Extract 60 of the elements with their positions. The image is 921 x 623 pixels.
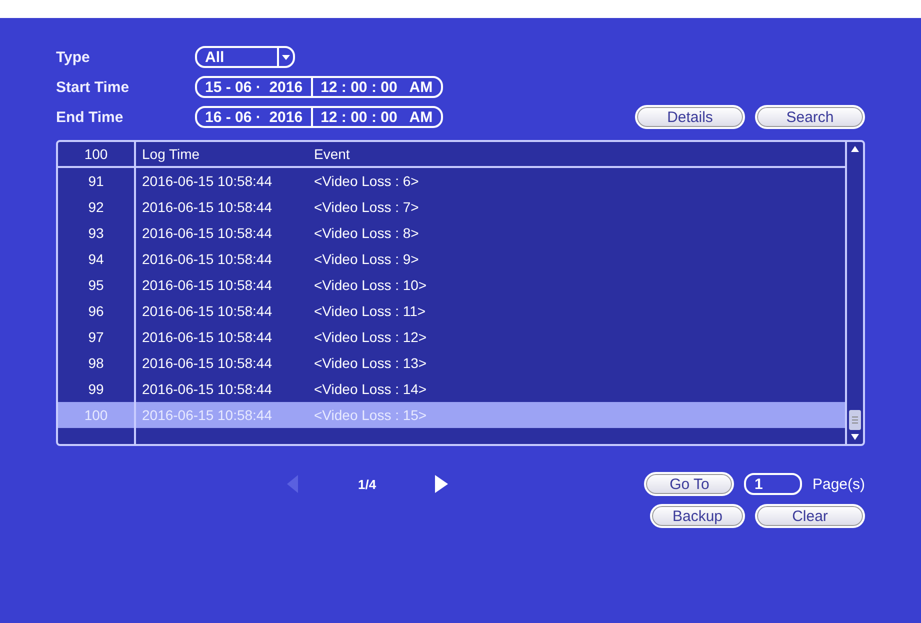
table-cell: 92 xyxy=(58,194,136,220)
table-cell-text: <Video Loss : 6> xyxy=(313,173,420,189)
table-cell-text: <Video Loss : 7> xyxy=(313,199,420,215)
column-header: Log Time xyxy=(141,146,201,162)
table-row[interactable]: 97 2016-06-15 10:58:44 <Video Loss : 12> xyxy=(58,324,845,350)
table-cell-text: 2016-06-15 10:58:44 xyxy=(141,381,273,397)
table-cell-text: <Video Loss : 15> xyxy=(313,407,428,423)
table-row[interactable]: 95 2016-06-15 10:58:44 <Video Loss : 10> xyxy=(58,272,845,298)
page-number-field[interactable]: 1 xyxy=(744,473,802,495)
table-row[interactable]: 94 2016-06-15 10:58:44 <Video Loss : 9> xyxy=(58,246,845,272)
details-button[interactable]: Details xyxy=(635,105,745,129)
field-label: End Time xyxy=(56,108,124,126)
backup-button[interactable]: Backup xyxy=(650,504,745,528)
table-cell-text: <Video Loss : 9> xyxy=(313,251,420,267)
table-row[interactable]: 93 2016-06-15 10:58:44 <Video Loss : 8> xyxy=(58,220,845,246)
search-button[interactable]: Search xyxy=(755,105,865,129)
table-cell-text: <Video Loss : 10> xyxy=(313,277,428,293)
type-dropdown[interactable]: All xyxy=(195,46,295,68)
next-page-icon[interactable] xyxy=(432,473,450,495)
table-row[interactable]: 91 2016-06-15 10:58:44 <Video Loss : 6> xyxy=(58,168,845,194)
table-cell-text: 2016-06-15 10:58:44 xyxy=(141,329,273,345)
table-cell-text: <Video Loss : 13> xyxy=(313,355,428,371)
go-to-button[interactable]: Go To xyxy=(644,472,734,496)
table-cell: 93 xyxy=(58,220,136,246)
scroll-down-icon[interactable] xyxy=(851,434,859,440)
field-label: Type xyxy=(56,48,91,66)
table-cell: 100 xyxy=(58,402,136,428)
datetime-field[interactable]: 16 - 06 · 2016 12 : 00 : 00 AM xyxy=(195,106,443,128)
table-cell: 96 xyxy=(58,298,136,324)
table-cell-text: 2016-06-15 10:58:44 xyxy=(141,199,273,215)
table-cell-text: 2016-06-15 10:58:44 xyxy=(141,303,273,319)
table-cell-text: <Video Loss : 8> xyxy=(313,225,420,241)
table-cell: 94 xyxy=(58,246,136,272)
datetime-field[interactable]: 15 - 06 · 2016 12 : 00 : 00 AM xyxy=(195,76,443,98)
table-cell-text: 2016-06-15 10:58:44 xyxy=(141,173,273,189)
table-cell-text: <Video Loss : 12> xyxy=(313,329,428,345)
scroll-thumb[interactable] xyxy=(849,410,861,430)
column-header: Event xyxy=(313,146,351,162)
table-cell: 95 xyxy=(58,272,136,298)
table-cell-text: 2016-06-15 10:58:44 xyxy=(141,407,273,423)
table-cell: 91 xyxy=(58,168,136,194)
page-unit-label: Page(s) xyxy=(812,476,865,492)
field-label: Start Time xyxy=(56,78,130,96)
table-cell-text: 2016-06-15 10:58:44 xyxy=(141,225,273,241)
table-row[interactable]: 96 2016-06-15 10:58:44 <Video Loss : 11> xyxy=(58,298,845,324)
table-cell-text: 2016-06-15 10:58:44 xyxy=(141,355,273,371)
table-row[interactable]: 92 2016-06-15 10:58:44 <Video Loss : 7> xyxy=(58,194,845,220)
table-cell: 97 xyxy=(58,324,136,350)
table-cell: 98 xyxy=(58,350,136,376)
column-header: 100 xyxy=(58,142,136,166)
table-cell-text: 2016-06-15 10:58:44 xyxy=(141,251,273,267)
scroll-up-icon[interactable] xyxy=(851,146,859,152)
scrollbar[interactable] xyxy=(845,142,863,444)
table-cell-text: <Video Loss : 14> xyxy=(313,381,428,397)
table-cell-text: <Video Loss : 11> xyxy=(313,303,427,319)
table-row[interactable]: 98 2016-06-15 10:58:44 <Video Loss : 13> xyxy=(58,350,845,376)
table-cell-text: 2016-06-15 10:58:44 xyxy=(141,277,273,293)
clear-button[interactable]: Clear xyxy=(755,504,865,528)
page-indicator: 1/4 xyxy=(358,476,376,492)
caret-icon xyxy=(277,48,293,66)
